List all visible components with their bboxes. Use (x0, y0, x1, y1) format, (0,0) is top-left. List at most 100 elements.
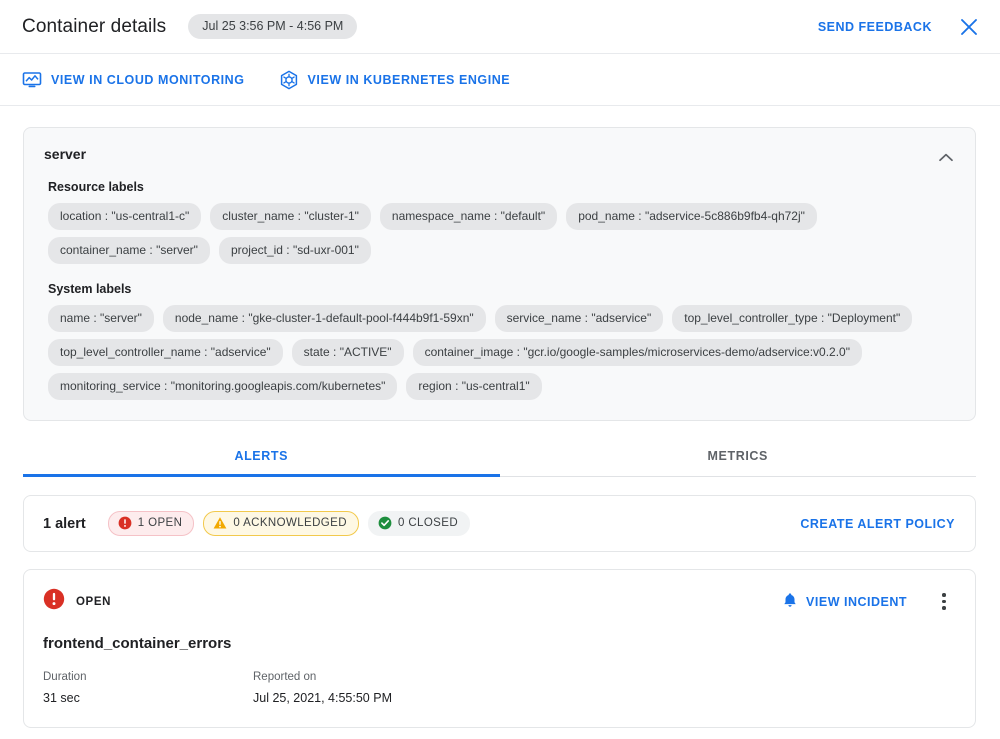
chip-key: project_id (230, 243, 283, 257)
chip-separator: : (146, 243, 157, 257)
chip-separator: : (90, 311, 101, 325)
status-chip-open[interactable]: 1 OPEN (107, 511, 195, 536)
status-chip-acknowledged[interactable]: 0 ACKNOWLEDGED (203, 511, 359, 536)
chip-key: container_image (424, 345, 514, 359)
chip-value: "us-central1-c" (111, 209, 190, 223)
system-label-chip-node_name[interactable]: node_name : "gke-cluster-1-default-pool-… (162, 305, 486, 332)
chip-key: region (418, 379, 452, 393)
chip-value: "gcr.io/google-samples/microservices-dem… (523, 345, 850, 359)
bell-icon (782, 592, 798, 611)
check-circle-icon (378, 516, 392, 530)
chip-key: container_name (60, 243, 147, 257)
chip-key: cluster_name (222, 209, 295, 223)
chip-separator: : (451, 379, 462, 393)
incident-meta: Duration 31 sec Reported on Jul 25, 2021… (43, 671, 955, 705)
chevron-up-icon[interactable] (935, 146, 957, 168)
chip-value: "gke-cluster-1-default-pool-f444b9f1-59x… (248, 311, 474, 325)
alert-status-chip-group: 1 OPEN 0 ACKNOWLEDGED 0 CLOSED (107, 511, 471, 536)
status-chip-closed[interactable]: 0 CLOSED (367, 511, 471, 536)
chip-separator: : (634, 209, 645, 223)
chip-separator: : (329, 345, 340, 359)
resource-label-chip-location[interactable]: location : "us-central1-c" (48, 203, 202, 230)
chip-key: monitoring_service (60, 379, 161, 393)
chip-separator: : (513, 345, 524, 359)
status-chip-acknowledged-label: 0 ACKNOWLEDGED (233, 517, 347, 529)
resource-card-title: server (44, 146, 87, 162)
resource-label-chip-container_name[interactable]: container_name : "server" (48, 237, 210, 264)
view-incident-label: VIEW INCIDENT (806, 594, 907, 609)
action-bar: VIEW IN CLOUD MONITORING VIEW IN KUBERNE… (0, 54, 1000, 106)
chip-value: "adservice" (210, 345, 271, 359)
system-label-chip-top_level_controller_name[interactable]: top_level_controller_name : "adservice" (48, 339, 283, 366)
chip-value: "default" (500, 209, 546, 223)
chip-value: "monitoring.googleapis.com/kubernetes" (170, 379, 386, 393)
chip-key: state (303, 345, 330, 359)
kebab-dot (942, 606, 946, 610)
tab-alerts[interactable]: ALERTS (23, 442, 500, 477)
chip-key: name (60, 311, 91, 325)
chip-value: "adservice-5c886b9fb4-qh72j" (644, 209, 805, 223)
view-incident-button[interactable]: VIEW INCIDENT (782, 592, 907, 611)
resource-label-chip-pod_name[interactable]: pod_name : "adservice-5c886b9fb4-qh72j" (566, 203, 817, 230)
resource-labels-title: Resource labels (48, 180, 144, 194)
close-icon[interactable] (956, 14, 982, 40)
page-title: Container details (22, 15, 167, 37)
create-alert-policy-button[interactable]: CREATE ALERT POLICY (800, 517, 955, 531)
chip-key: service_name (506, 311, 582, 325)
chip-key: pod_name (578, 209, 635, 223)
tab-metrics-label: METRICS (707, 449, 768, 463)
status-chip-open-label: 1 OPEN (137, 517, 183, 529)
system-label-chip-top_level_controller_type[interactable]: top_level_controller_type : "Deployment" (672, 305, 913, 332)
warning-triangle-icon (213, 516, 227, 530)
view-in-cloud-monitoring-label: VIEW IN CLOUD MONITORING (51, 72, 245, 87)
chip-key: location (60, 209, 102, 223)
error-circle-icon (118, 516, 132, 530)
system-label-chip-service_name[interactable]: service_name : "adservice" (494, 305, 664, 332)
incident-card: OPEN VIEW INCIDENT frontend_container_er… (23, 569, 976, 728)
tab-metrics[interactable]: METRICS (500, 442, 977, 476)
system-label-chip-state[interactable]: state : "ACTIVE" (291, 339, 404, 366)
system-label-chip-monitoring_service[interactable]: monitoring_service : "monitoring.googlea… (48, 373, 398, 400)
chip-key: namespace_name (391, 209, 491, 223)
resource-label-chip-project_id[interactable]: project_id : "sd-uxr-001" (218, 237, 371, 264)
resource-label-chip-namespace_name[interactable]: namespace_name : "default" (379, 203, 558, 230)
view-in-kubernetes-engine-label: VIEW IN KUBERNETES ENGINE (307, 72, 511, 87)
chip-value: "server" (100, 311, 142, 325)
chip-separator: : (101, 209, 112, 223)
kebab-dot (942, 599, 946, 604)
tab-alerts-label: ALERTS (234, 449, 289, 463)
view-in-cloud-monitoring-button[interactable]: VIEW IN CLOUD MONITORING (22, 70, 245, 90)
send-feedback-button[interactable]: SEND FEEDBACK (818, 20, 932, 34)
system-labels-title: System labels (48, 282, 132, 296)
chip-value: "cluster-1" (304, 209, 359, 223)
chip-separator: : (282, 243, 293, 257)
system-label-chip-name[interactable]: name : "server" (48, 305, 154, 332)
system-label-chip-region[interactable]: region : "us-central1" (406, 373, 542, 400)
chip-value: "adservice" (591, 311, 652, 325)
incident-status-label: OPEN (76, 595, 111, 608)
chip-separator: : (581, 311, 592, 325)
incident-duration-column: Duration 31 sec (43, 671, 253, 705)
view-in-kubernetes-engine-button[interactable]: VIEW IN KUBERNETES ENGINE (279, 70, 511, 90)
status-chip-closed-label: 0 CLOSED (397, 517, 459, 529)
chip-value: "ACTIVE" (339, 345, 392, 359)
chip-value: "server" (156, 243, 198, 257)
chip-key: node_name (174, 311, 239, 325)
label-group-divider (44, 264, 955, 282)
time-range-chip[interactable]: Jul 25 3:56 PM - 4:56 PM (188, 14, 358, 39)
incident-status: OPEN (43, 588, 111, 615)
header-bar: Container details Jul 25 3:56 PM - 4:56 … (0, 0, 1000, 54)
chip-separator: : (200, 345, 211, 359)
chip-separator: : (490, 209, 501, 223)
duration-value: 31 sec (43, 691, 80, 705)
resource-label-chip-cluster_name[interactable]: cluster_name : "cluster-1" (210, 203, 371, 230)
tab-bar: ALERTS METRICS (23, 442, 976, 477)
alert-count-label: 1 alert (43, 515, 86, 532)
alerts-summary-bar: 1 alert 1 OPEN 0 ACKNOWLEDGED 0 CLOSED C… (23, 495, 976, 552)
chip-separator: : (238, 311, 249, 325)
chip-key: top_level_controller_type (684, 311, 818, 325)
incident-reported-column: Reported on Jul 25, 2021, 4:55:50 PM (253, 671, 392, 705)
more-vertical-icon[interactable] (933, 590, 955, 614)
chip-separator: : (294, 209, 305, 223)
system-label-chip-container_image[interactable]: container_image : "gcr.io/google-samples… (412, 339, 862, 366)
